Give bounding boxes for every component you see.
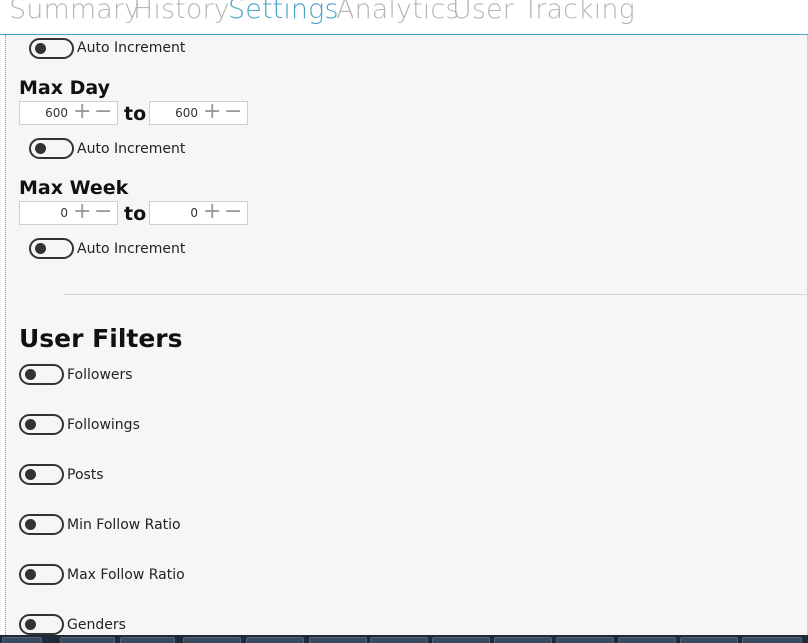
user-filters-heading: User Filters (19, 324, 183, 353)
tab-history[interactable]: History (133, 0, 230, 25)
max-day-auto-increment-label: Auto Increment (77, 141, 186, 157)
max-day-to-stepper[interactable]: 600 + − (149, 101, 248, 125)
max-day-from-value[interactable]: 600 (45, 106, 68, 120)
genders-toggle[interactable] (19, 614, 64, 635)
minus-icon[interactable]: − (224, 101, 242, 124)
max-follow-ratio-label: Max Follow Ratio (67, 567, 185, 583)
max-day-to-label: to (124, 103, 147, 125)
plus-icon[interactable]: + (203, 201, 221, 224)
plus-icon[interactable]: + (73, 101, 91, 124)
followers-label: Followers (67, 367, 133, 383)
taskbar-item[interactable] (2, 637, 42, 643)
auto-increment-label-top: Auto Increment (77, 40, 186, 56)
min-follow-ratio-toggle[interactable] (19, 514, 64, 535)
taskbar-item[interactable] (120, 637, 175, 643)
minus-icon[interactable]: − (94, 201, 112, 224)
minus-icon[interactable]: − (94, 101, 112, 124)
taskbar-item[interactable] (183, 637, 241, 643)
max-week-auto-increment-label: Auto Increment (77, 241, 186, 257)
max-week-from-stepper[interactable]: 0 + − (19, 201, 118, 225)
min-follow-ratio-label: Min Follow Ratio (67, 517, 181, 533)
max-day-to-value[interactable]: 600 (175, 106, 198, 120)
auto-increment-toggle-top[interactable] (29, 38, 74, 59)
taskbar-item[interactable] (60, 637, 115, 643)
max-follow-ratio-toggle[interactable] (19, 564, 64, 585)
followings-toggle[interactable] (19, 414, 64, 435)
taskbar-item[interactable] (742, 637, 802, 643)
posts-label: Posts (67, 467, 104, 483)
taskbar-item[interactable] (432, 637, 490, 643)
max-week-to-label: to (124, 203, 147, 225)
tab-bar: Summary History Settings Analytics User … (0, 0, 808, 35)
max-day-heading: Max Day (19, 77, 110, 99)
taskbar-item[interactable] (246, 637, 304, 643)
tab-user-tracking[interactable]: User Tracking (452, 0, 635, 25)
tab-analytics[interactable]: Analytics (336, 0, 460, 25)
max-day-auto-increment-toggle[interactable] (29, 138, 74, 159)
max-week-auto-increment-toggle[interactable] (29, 238, 74, 259)
minus-icon[interactable]: − (224, 201, 242, 224)
genders-label: Genders (67, 617, 126, 633)
taskbar-item[interactable] (370, 637, 428, 643)
tab-summary[interactable]: Summary (9, 0, 140, 25)
plus-icon[interactable]: + (73, 201, 91, 224)
max-week-to-stepper[interactable]: 0 + − (149, 201, 248, 225)
section-divider (64, 294, 808, 295)
taskbar-item[interactable] (680, 637, 738, 643)
posts-toggle[interactable] (19, 464, 64, 485)
os-taskbar (0, 635, 808, 643)
taskbar-item[interactable] (618, 637, 676, 643)
taskbar-item[interactable] (556, 637, 614, 643)
max-week-heading: Max Week (19, 177, 129, 199)
taskbar-item[interactable] (494, 637, 552, 643)
max-week-from-value[interactable]: 0 (60, 206, 68, 220)
followings-label: Followings (67, 417, 140, 433)
taskbar-item[interactable] (309, 637, 367, 643)
max-day-from-stepper[interactable]: 600 + − (19, 101, 118, 125)
tab-settings[interactable]: Settings (228, 0, 339, 25)
max-week-to-value[interactable]: 0 (190, 206, 198, 220)
plus-icon[interactable]: + (203, 101, 221, 124)
followers-toggle[interactable] (19, 364, 64, 385)
